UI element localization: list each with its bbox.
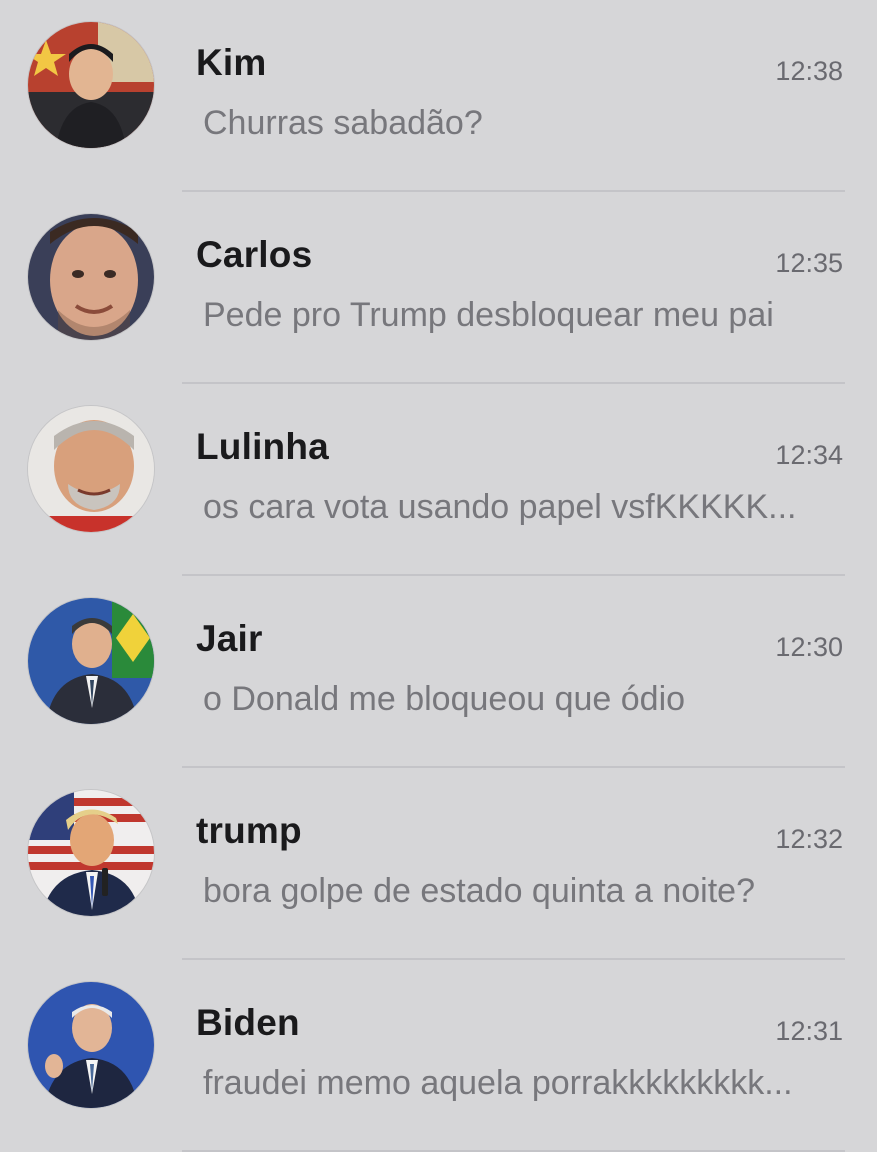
chat-list: Kim 12:38 Churras sabadão? Carlos 12:35 … xyxy=(0,0,877,1152)
message-timestamp: 12:32 xyxy=(775,824,843,854)
contact-name: Carlos xyxy=(196,234,313,275)
contact-name: Biden xyxy=(196,1002,300,1043)
chat-row-carlos[interactable]: Carlos 12:35 Pede pro Trump desbloquear … xyxy=(0,192,877,384)
last-message-preview: fraudei memo aquela porrakkkkkkkkk... xyxy=(203,1064,793,1102)
trump-avatar-photo[interactable] xyxy=(28,790,154,916)
last-message-preview: os cara vota usando papel vsfKKKKK... xyxy=(203,488,797,526)
last-message-preview: Pede pro Trump desbloquear meu pai xyxy=(203,296,774,334)
message-timestamp: 12:31 xyxy=(775,1016,843,1046)
last-message-preview: Churras sabadão? xyxy=(203,104,483,142)
chat-row-biden[interactable]: Biden 12:31 fraudei memo aquela porrakkk… xyxy=(0,960,877,1152)
chat-row-jair[interactable]: Jair 12:30 o Donald me bloqueou que ódio xyxy=(0,576,877,768)
chat-row-kim[interactable]: Kim 12:38 Churras sabadão? xyxy=(0,0,877,192)
contact-name: Kim xyxy=(196,42,267,83)
last-message-preview: o Donald me bloqueou que ódio xyxy=(203,680,686,718)
kim-avatar-photo[interactable] xyxy=(28,22,154,148)
carlos-avatar-photo[interactable] xyxy=(28,214,154,340)
jair-avatar-photo[interactable] xyxy=(28,598,154,724)
contact-name: trump xyxy=(196,810,302,851)
message-timestamp: 12:35 xyxy=(775,248,843,278)
contact-name: Jair xyxy=(196,618,263,659)
chat-row-lulinha[interactable]: Lulinha 12:34 os cara vota usando papel … xyxy=(0,384,877,576)
lulinha-avatar-photo[interactable] xyxy=(28,406,154,532)
last-message-preview: bora golpe de estado quinta a noite? xyxy=(203,872,756,910)
chat-row-trump[interactable]: trump 12:32 bora golpe de estado quinta … xyxy=(0,768,877,960)
message-timestamp: 12:30 xyxy=(775,632,843,662)
biden-avatar-photo[interactable] xyxy=(28,982,154,1108)
contact-name: Lulinha xyxy=(196,426,329,467)
message-timestamp: 12:38 xyxy=(775,56,843,86)
message-timestamp: 12:34 xyxy=(775,440,843,470)
